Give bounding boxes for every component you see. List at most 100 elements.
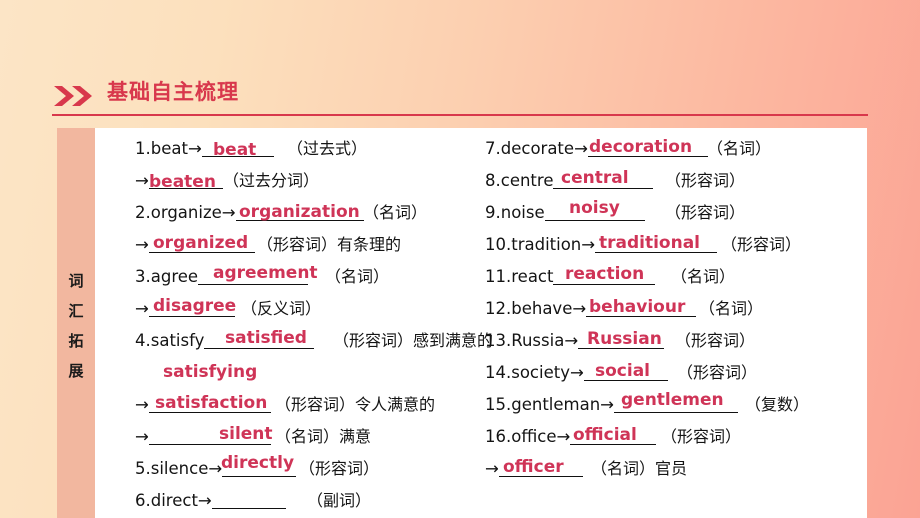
vocab-line: 16.office→ （形容词） official — [485, 424, 741, 450]
vocab-hint: （名词）官员 — [591, 459, 688, 478]
vocab-hint: （形容词） — [665, 171, 746, 190]
vocab-hint: （名词） — [325, 267, 390, 286]
side-label-char-2: 汇 — [68, 302, 84, 320]
vocab-line: 10.tradition→ （形容词） traditional — [485, 232, 801, 258]
vocab-stem: 11.react — [485, 267, 554, 286]
exercise-column-right: 7.decorate→ （名词） decoration 8.centre （形容词） ce… — [485, 128, 865, 518]
vocab-stem: 15.gentleman — [485, 395, 601, 414]
side-label-char-1: 词 — [68, 272, 84, 290]
vocab-hint: （形容词） — [665, 203, 746, 222]
vocab-stem: 3.agree — [135, 267, 199, 286]
vocab-stem: 16.office — [485, 427, 557, 446]
double-chevron-right-icon — [52, 84, 98, 108]
vocab-line: 11.react （名词） reaction — [485, 264, 735, 290]
vocab-stem: 12.behave — [485, 299, 573, 318]
vocab-hint: （过去式） — [287, 139, 368, 158]
vocab-hint: （形容词） — [299, 459, 380, 478]
vocab-answer: organization — [239, 202, 360, 222]
exercise-column-left: 1.beat→ （过去式） beat → （过去分词） beaten 2.organize→… — [135, 128, 493, 518]
vocab-answer: beat — [213, 140, 257, 160]
vocab-hint: （复数） — [745, 395, 810, 414]
header-divider — [52, 114, 868, 116]
arrow-icon: → — [135, 427, 149, 446]
vocab-answer: reaction — [565, 264, 645, 284]
vocab-line: 15.gentleman→ （复数） gentlemen — [485, 390, 809, 418]
arrow-icon: → — [135, 395, 149, 414]
vocab-answer: central — [561, 168, 629, 188]
vertical-section-label: 词 汇 拓 展 — [57, 128, 95, 518]
vocab-hint: （名词）满意 — [275, 427, 372, 446]
arrow-icon: → — [221, 203, 236, 222]
vocab-line: 14.society→ （形容词） social — [485, 360, 757, 386]
vocab-hint: （过去分词） — [223, 171, 320, 190]
vocab-hint: （名词） — [671, 267, 736, 286]
vocab-answer: decoration — [589, 137, 693, 157]
arrow-icon: → — [600, 395, 614, 414]
vocab-line: 2.organize→ （名词） organization — [135, 200, 427, 226]
side-label-char-3: 拓 — [68, 332, 84, 350]
vocab-answer: official — [573, 425, 637, 445]
arrow-icon: → — [135, 235, 149, 254]
slide-background: 基础自主梳理 词 汇 拓 展 1.beat→ （过去式） beat → （过去分词） be… — [0, 0, 920, 518]
arrow-icon: → — [574, 139, 588, 158]
arrow-icon: → — [569, 363, 584, 382]
vocab-stem: 8.centre — [485, 171, 554, 190]
arrow-icon: → — [135, 171, 149, 190]
vocab-hint: （副词） — [307, 491, 372, 510]
vocab-stem: 6.direct — [135, 491, 198, 510]
vocab-line: → （名词）满意 silent — [135, 424, 371, 450]
vocab-hint: （形容词） — [677, 363, 758, 382]
vocab-stem: 4.satisfy — [135, 331, 205, 350]
vocab-hint: （名词） — [363, 203, 428, 222]
vocab-answer: agreement — [213, 263, 318, 283]
vocab-answer: gentlemen — [621, 390, 724, 410]
vocab-answer: satisfaction — [155, 393, 268, 413]
side-label-char-4: 展 — [68, 362, 84, 380]
vocab-line: 5.silence→ （形容词） directly — [135, 453, 379, 482]
vocab-stem: 1.beat — [135, 139, 188, 158]
vocab-answer: silent — [219, 424, 273, 444]
vocab-stem: 10.tradition — [485, 235, 582, 254]
vocab-hint: （形容词） — [661, 427, 742, 446]
arrow-icon: → — [187, 139, 202, 158]
vocab-line: 7.decorate→ （名词） decoration — [485, 136, 771, 162]
vocab-stem: 5.silence — [135, 459, 209, 478]
vocab-answer: behaviour — [589, 297, 686, 317]
vocab-stem: 2.organize — [135, 203, 222, 222]
vocab-line: → （形容词）令人满意的 satisfaction — [135, 392, 435, 418]
answer-blank[interactable] — [211, 491, 286, 509]
vocab-answer: disagree — [153, 296, 237, 316]
vocab-line: 3.agree （名词） agreement — [135, 263, 389, 290]
vocab-answer: satisfying — [163, 362, 258, 382]
vocab-stem: 7.decorate — [485, 139, 575, 158]
exercise-body: 1.beat→ （过去式） beat → （过去分词） beaten 2.organize→… — [95, 128, 867, 518]
vocab-answer: noisy — [569, 198, 620, 218]
page-title: 基础自主梳理 — [107, 80, 239, 104]
vocab-line: 1.beat→ （过去式） beat — [135, 136, 367, 162]
vocab-line: → （形容词）有条理的 organized — [135, 232, 401, 258]
vocab-answer: Russian — [587, 329, 662, 349]
arrow-icon: → — [572, 299, 587, 318]
vocab-line: 8.centre （形容词） central — [485, 168, 745, 194]
vocab-answer: organized — [153, 233, 249, 253]
arrow-icon: → — [564, 331, 579, 350]
vocab-answer: directly — [221, 453, 295, 473]
vocab-line: 12.behave→ （名词） behaviour — [485, 296, 763, 322]
vocab-line: → （过去分词） beaten — [135, 168, 319, 194]
vocab-hint: （形容词）有条理的 — [257, 235, 402, 254]
vocab-line: 6.direct→ （副词） — [135, 488, 371, 514]
arrow-icon: → — [197, 491, 212, 510]
vocab-hint: （名词） — [707, 139, 772, 158]
arrow-icon: → — [581, 235, 596, 254]
vocab-hint: （形容词）令人满意的 — [275, 395, 436, 414]
vocab-line: 4.satisfy （形容词）感到满意的 satisfied — [135, 328, 493, 354]
vocab-hint: （名词） — [699, 299, 764, 318]
vocab-hint: （形容词） — [721, 235, 802, 254]
vocab-stem: 9.noise — [485, 203, 545, 222]
vocab-answer: officer — [503, 457, 564, 477]
content-panel: 词 汇 拓 展 1.beat→ （过去式） beat → （过去分词） beaten 2.o… — [57, 128, 867, 518]
vocab-answer: beaten — [149, 172, 216, 192]
vocab-stem: 13.Russia — [485, 331, 565, 350]
vocab-answer: social — [595, 361, 651, 381]
arrow-icon: → — [135, 299, 149, 318]
